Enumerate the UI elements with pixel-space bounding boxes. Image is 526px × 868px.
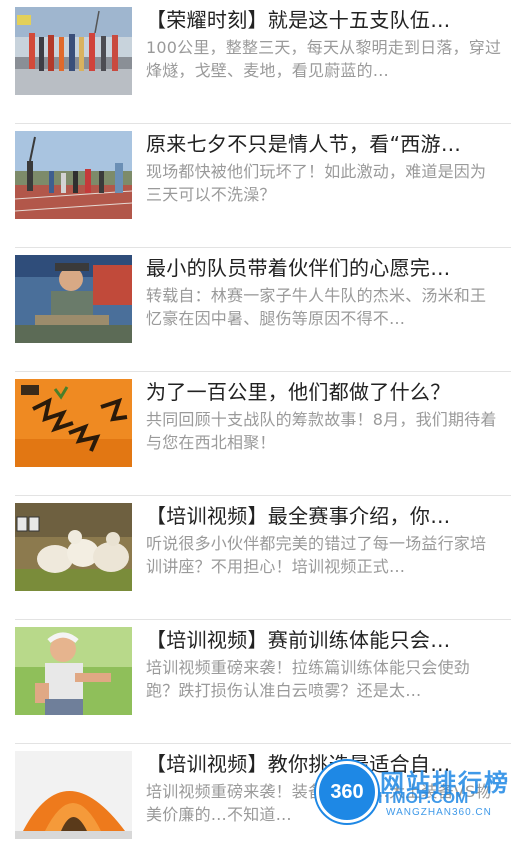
calligraphy-poster-image — [15, 379, 132, 467]
article-description: 现场都快被他们玩坏了！如此激动，难道是因为三天可以不洗澡？ — [146, 162, 487, 204]
child-tent-photo-image — [15, 255, 132, 343]
article-description: 听说很多小伙伴都完美的错过了每一场益行家培训讲座？不用担心！培训视频正式… — [146, 534, 487, 576]
article-text: 【培训视频】赛前训练体能只会… 培训视频重磅来袭！拉练篇训练体能只会使劲跑？跌打… — [146, 626, 502, 702]
article-description: 100公里，整整三天，每天从黎明走到日落，穿过烽燧，戈壁、麦地，看见蔚蓝的… — [146, 38, 502, 80]
article-item[interactable]: 【培训视频】赛前训练体能只会… 培训视频重磅来袭！拉练篇训练体能只会使劲跑？跌打… — [15, 620, 511, 744]
site-watermark: 360 网站排行榜 ITMOP.COM WANGZHAN360.CN — [316, 757, 524, 823]
article-description: 共同回顾十支战队的筹款故事！8月，我们期待着与您在西北相聚！ — [146, 410, 497, 452]
article-title[interactable]: 最小的队员带着伙伴们的心愿完… — [146, 254, 502, 282]
article-title[interactable]: 【培训视频】最全赛事介绍，你… — [146, 502, 502, 530]
article-text: 最小的队员带着伙伴们的心愿完… 转载自：林赛一家子牛人牛队的杰米、汤米和王忆豪在… — [146, 254, 502, 330]
article-thumbnail[interactable] — [15, 255, 132, 343]
runners-track-photo-image — [15, 131, 132, 219]
article-item[interactable]: 为了一百公里，他们都做了什么？ 共同回顾十支战队的筹款故事！8月，我们期待着与您… — [15, 372, 511, 496]
article-text: 【荣耀时刻】就是这十五支队伍… 100公里，整整三天，每天从黎明走到日落，穿过烽… — [146, 6, 502, 82]
article-title[interactable]: 为了一百公里，他们都做了什么？ — [146, 378, 502, 406]
watermark-domain: ITMOP.COM — [378, 790, 469, 807]
article-description: 培训视频重磅来袭！拉练篇训练体能只会使劲跑？跌打损伤认准白云喷雾？还是太… — [146, 658, 471, 700]
article-thumbnail[interactable] — [15, 503, 132, 591]
watermark-badge: 360 — [316, 761, 378, 823]
woman-running-photo-image — [15, 627, 132, 715]
article-text: 为了一百公里，他们都做了什么？ 共同回顾十支战队的筹款故事！8月，我们期待着与您… — [146, 378, 502, 454]
article-thumbnail[interactable] — [15, 379, 132, 467]
orange-tent-photo-image — [15, 751, 132, 839]
article-title[interactable]: 【荣耀时刻】就是这十五支队伍… — [146, 6, 502, 34]
article-text: 原来七夕不只是情人节，看“西游… 现场都快被他们玩坏了！如此激动，难道是因为三天… — [146, 130, 502, 206]
article-item[interactable]: 【荣耀时刻】就是这十五支队伍… 100公里，整整三天，每天从黎明走到日落，穿过烽… — [15, 0, 511, 124]
article-text: 【培训视频】最全赛事介绍，你… 听说很多小伙伴都完美的错过了每一场益行家培训讲座… — [146, 502, 502, 578]
article-title[interactable]: 原来七夕不只是情人节，看“西游… — [146, 130, 502, 158]
team-flags-photo-image — [15, 7, 132, 95]
article-thumbnail[interactable] — [15, 7, 132, 95]
article-thumbnail[interactable] — [15, 627, 132, 715]
article-thumbnail[interactable] — [15, 751, 132, 839]
article-thumbnail[interactable] — [15, 131, 132, 219]
article-item[interactable]: 【培训视频】最全赛事介绍，你… 听说很多小伙伴都完美的错过了每一场益行家培训讲座… — [15, 496, 511, 620]
article-item[interactable]: 原来七夕不只是情人节，看“西游… 现场都快被他们玩坏了！如此激动，难道是因为三天… — [15, 124, 511, 248]
sheep-video-still-image — [15, 503, 132, 591]
article-title[interactable]: 【培训视频】赛前训练体能只会… — [146, 626, 502, 654]
watermark-subdomain: WANGZHAN360.CN — [386, 807, 492, 818]
article-description: 转载自：林赛一家子牛人牛队的杰米、汤米和王忆豪在因中暑、腿伤等原因不得不… — [146, 286, 487, 328]
article-item[interactable]: 最小的队员带着伙伴们的心愿完… 转载自：林赛一家子牛人牛队的杰米、汤米和王忆豪在… — [15, 248, 511, 372]
